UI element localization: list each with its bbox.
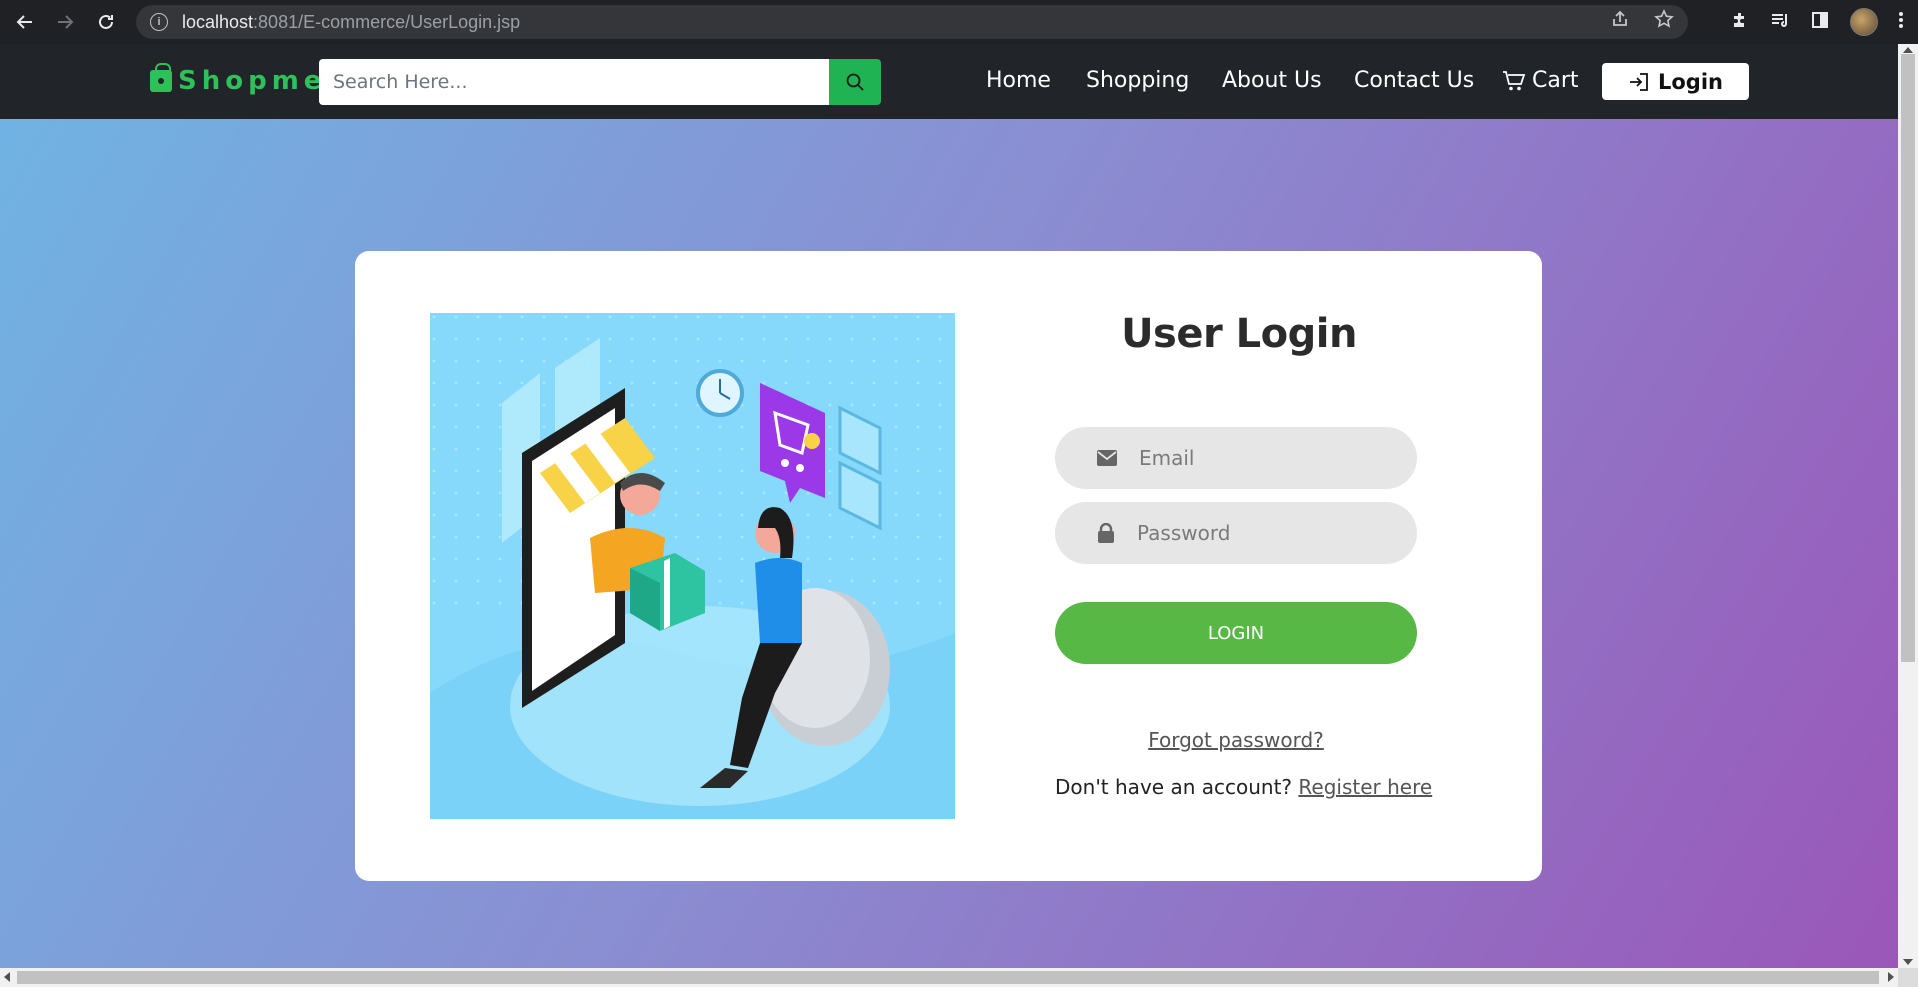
scroll-up-arrow-icon[interactable] <box>1903 47 1913 53</box>
page-background: User Login LOGIN Forgot password? Don't … <box>0 119 1898 968</box>
scroll-right-arrow-icon[interactable] <box>1888 972 1894 982</box>
register-link[interactable]: Register here <box>1298 775 1432 799</box>
cart-label: Cart <box>1532 68 1579 93</box>
vertical-scrollbar[interactable] <box>1898 44 1918 968</box>
sidepanel-icon[interactable] <box>1810 10 1830 35</box>
reload-icon[interactable] <box>87 3 125 41</box>
nav-about[interactable]: About Us <box>1222 68 1322 93</box>
vertical-scroll-thumb[interactable] <box>1901 54 1915 662</box>
register-prompt: Don't have an account? Register here <box>1055 775 1432 799</box>
nav-login-label: Login <box>1658 69 1723 94</box>
horizontal-scrollbar[interactable] <box>0 968 1898 987</box>
forward-icon[interactable] <box>46 3 84 41</box>
back-icon[interactable] <box>6 3 44 41</box>
browser-toolbar: i localhost:8081/E-commerce/UserLogin.js… <box>0 0 1918 44</box>
address-bar[interactable]: i localhost:8081/E-commerce/UserLogin.js… <box>136 5 1688 39</box>
nav-contact[interactable]: Contact Us <box>1354 68 1474 93</box>
site-navbar: Shopme Home Shopping About Us Contact Us… <box>0 44 1898 119</box>
envelope-icon <box>1097 450 1117 466</box>
kebab-menu-icon[interactable] <box>1898 10 1904 35</box>
scroll-left-arrow-icon[interactable] <box>4 972 10 982</box>
extensions-icon[interactable] <box>1730 10 1750 35</box>
register-prompt-text: Don't have an account? <box>1055 775 1293 799</box>
scrollbar-corner <box>1898 968 1918 987</box>
password-input[interactable] <box>1137 521 1397 545</box>
login-icon <box>1630 72 1648 91</box>
forgot-password-link[interactable]: Forgot password? <box>1055 728 1417 752</box>
nav-login-button[interactable]: Login <box>1602 63 1749 100</box>
nav-cart[interactable]: Cart <box>1502 68 1579 93</box>
login-button[interactable]: LOGIN <box>1055 602 1417 664</box>
nav-home[interactable]: Home <box>986 68 1051 93</box>
page-title: User Login <box>1121 311 1357 357</box>
url-path: :8081/E-commerce/UserLogin.jsp <box>253 11 521 32</box>
url-host: localhost <box>182 11 254 32</box>
lock-icon <box>1098 523 1114 543</box>
star-icon[interactable] <box>1654 9 1674 35</box>
login-form: User Login LOGIN Forgot password? Don't … <box>1055 251 1455 881</box>
share-icon[interactable] <box>1610 9 1630 35</box>
login-card: User Login LOGIN Forgot password? Don't … <box>355 251 1542 881</box>
nav-shopping[interactable]: Shopping <box>1086 68 1189 93</box>
avatar[interactable] <box>1850 8 1878 36</box>
cart-icon <box>1503 70 1526 90</box>
shopping-illustration <box>430 313 955 819</box>
email-input[interactable] <box>1139 446 1399 470</box>
scroll-down-arrow-icon[interactable] <box>1903 959 1913 965</box>
horizontal-scroll-thumb[interactable] <box>17 971 1879 984</box>
info-icon[interactable]: i <box>150 13 168 31</box>
password-field[interactable] <box>1055 502 1417 564</box>
media-icon[interactable] <box>1770 10 1790 35</box>
email-field[interactable] <box>1055 427 1417 489</box>
